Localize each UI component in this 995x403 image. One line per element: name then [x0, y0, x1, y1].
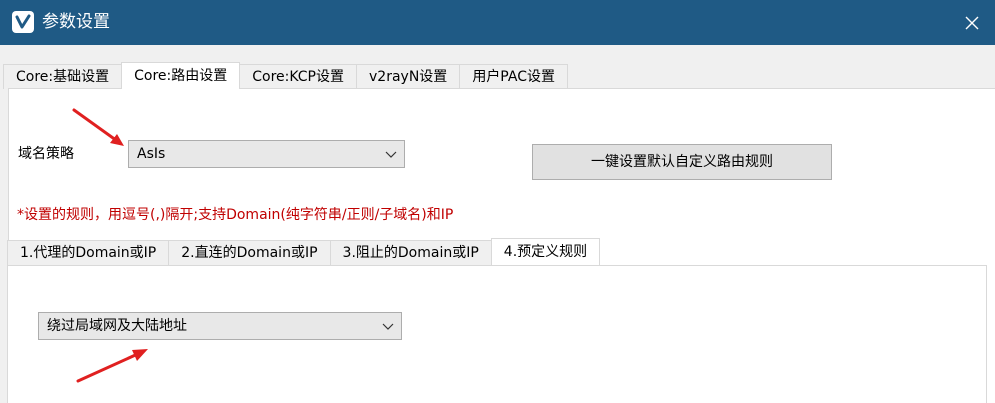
- tab-core-basic[interactable]: Core:基础设置: [3, 64, 123, 89]
- domain-strategy-value: AsIs: [137, 146, 166, 162]
- tab-proxy-domain-ip[interactable]: 1.代理的Domain或IP: [7, 240, 170, 265]
- rules-hint: *设置的规则，用逗号(,)隔开;支持Domain(纯字符串/正则/子域名)和IP: [17, 207, 454, 223]
- tab-core-routing[interactable]: Core:路由设置: [121, 62, 241, 89]
- reset-default-rules-button[interactable]: 一键设置默认自定义路由规则: [532, 144, 832, 180]
- domain-strategy-label: 域名策略: [18, 146, 74, 162]
- window-title: 参数设置: [42, 12, 110, 32]
- settings-tabs: Core:基础设置 Core:路由设置 Core:KCP设置 v2rayN设置 …: [3, 62, 568, 89]
- dialog-body: Core:基础设置 Core:路由设置 Core:KCP设置 v2rayN设置 …: [0, 45, 995, 403]
- rule-tabs: 1.代理的Domain或IP 2.直连的Domain或IP 3.阻止的Domai…: [7, 238, 601, 265]
- annotation-arrow-icon: [72, 108, 124, 146]
- title-bar: 参数设置: [0, 0, 995, 45]
- chevron-down-icon: [385, 151, 397, 158]
- annotation-arrow-icon: [76, 349, 148, 383]
- domain-strategy-select[interactable]: AsIs: [128, 140, 405, 168]
- tab-v2rayn-settings[interactable]: v2rayN设置: [356, 64, 461, 89]
- tab-direct-domain-ip[interactable]: 2.直连的Domain或IP: [168, 240, 331, 265]
- tab-block-domain-ip[interactable]: 3.阻止的Domain或IP: [329, 240, 492, 265]
- tab-predefined-rules[interactable]: 4.预定义规则: [490, 238, 601, 265]
- predefined-rules-select[interactable]: 绕过局域网及大陆地址: [38, 312, 402, 340]
- v2rayn-logo-icon: [12, 11, 34, 33]
- chevron-down-icon: [382, 323, 394, 330]
- predefined-rules-value: 绕过局域网及大陆地址: [47, 318, 187, 334]
- tab-core-kcp[interactable]: Core:KCP设置: [239, 64, 358, 89]
- close-button[interactable]: [949, 0, 995, 45]
- tab-user-pac[interactable]: 用户PAC设置: [459, 64, 568, 89]
- close-icon: [965, 16, 979, 29]
